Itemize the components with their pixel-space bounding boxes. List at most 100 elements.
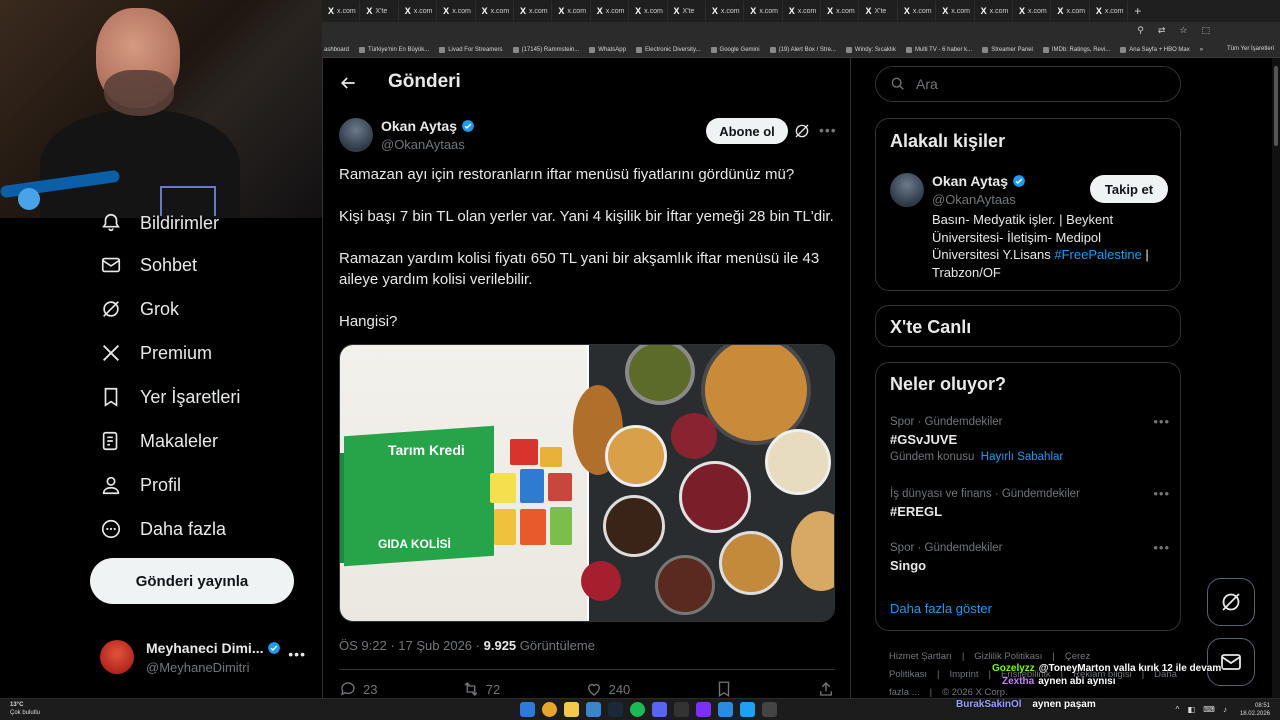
- browser-tab[interactable]: Xx.com: [783, 1, 822, 21]
- author-handle[interactable]: @OkanAytaas: [381, 137, 465, 152]
- show-more-link[interactable]: Daha fazla göster: [890, 601, 992, 616]
- subscribe-button[interactable]: Abone ol: [706, 118, 788, 144]
- trend-item[interactable]: İş dünyası ve finans · Gündemdekiler #ER…: [890, 486, 1170, 519]
- like-button[interactable]: 240: [585, 680, 630, 698]
- tweet-media[interactable]: Tarım Kredi GIDA KOLİSİ: [339, 344, 835, 622]
- post-button[interactable]: Gönderi yayınla: [90, 558, 294, 604]
- chrome-icon[interactable]: [542, 702, 557, 717]
- app-icon[interactable]: [718, 702, 733, 717]
- footer-link[interactable]: Gizlilik Politikası: [974, 651, 1042, 662]
- scrollbar[interactable]: [1272, 58, 1280, 698]
- browser-tab[interactable]: Xx.com: [1051, 1, 1090, 21]
- author-avatar[interactable]: [339, 118, 373, 152]
- browser-tab[interactable]: Xx.com: [744, 1, 783, 21]
- live-on-x-card[interactable]: X'te Canlı: [875, 305, 1181, 347]
- footer-link[interactable]: Hizmet Şartları: [889, 651, 952, 662]
- browser-tab[interactable]: Xx.com: [1090, 1, 1129, 21]
- browser-tab[interactable]: Xx.com: [1013, 1, 1052, 21]
- browser-tab[interactable]: Xx.com: [437, 1, 476, 21]
- bookmark-item[interactable]: Google Gemini: [710, 46, 760, 53]
- trend-extra-link[interactable]: Hayırlı Sabahlar: [981, 451, 1063, 463]
- tweet-more-icon[interactable]: •••: [819, 122, 837, 138]
- browser-tab[interactable]: Xx.com: [322, 1, 361, 21]
- nav-item-chat[interactable]: Sohbet: [100, 252, 197, 278]
- browser-tab[interactable]: X X'te: [859, 1, 898, 21]
- nav-item-premium[interactable]: Premium: [100, 340, 212, 366]
- hashtag-link[interactable]: #FreePalestine: [1054, 247, 1141, 262]
- browser-tab[interactable]: Xx.com: [552, 1, 591, 21]
- bookmark-item[interactable]: (17145) Rammstein...: [512, 46, 579, 53]
- browser-tab[interactable]: Xx.com: [975, 1, 1014, 21]
- trend-more-icon[interactable]: •••: [1153, 540, 1170, 555]
- new-tab-button[interactable]: +: [1134, 4, 1141, 18]
- browser-tab[interactable]: X X'te: [668, 1, 706, 21]
- bookmark-item[interactable]: WhatsApp: [589, 46, 626, 53]
- nav-item-profile[interactable]: Profil: [100, 472, 181, 498]
- avatar[interactable]: [890, 173, 924, 207]
- follow-button[interactable]: Takip et: [1090, 175, 1168, 203]
- share-button[interactable]: [817, 680, 835, 698]
- bookmark-item[interactable]: Streamer Panel: [982, 46, 1033, 53]
- repost-button[interactable]: 72: [462, 680, 500, 698]
- extensions-icon[interactable]: ⬚: [1201, 25, 1210, 36]
- search-box[interactable]: [875, 66, 1181, 102]
- trend-more-icon[interactable]: •••: [1153, 486, 1170, 501]
- bookmark-item[interactable]: Ana Sayfa + HBO Max: [1120, 46, 1190, 53]
- bookmark-item[interactable]: Multi TV - 6 haber k...: [905, 46, 972, 53]
- spotify-icon[interactable]: [630, 702, 645, 717]
- search-input[interactable]: [916, 76, 1156, 92]
- trend-more-icon[interactable]: •••: [1153, 414, 1170, 429]
- nav-item-grok[interactable]: Grok: [100, 296, 179, 322]
- nav-item-more[interactable]: Daha fazla: [100, 516, 226, 542]
- trend-item[interactable]: Spor · Gündemdekiler #GSvJUVE Gündem kon…: [890, 414, 1170, 463]
- address-bar[interactable]: ⚲ ⇄ ☆ ⬚: [322, 22, 1280, 42]
- clock[interactable]: 08:51 18.02.2026: [1240, 702, 1270, 718]
- browser-tab[interactable]: Xx.com: [821, 1, 860, 21]
- browser-tab[interactable]: X X'te: [360, 1, 399, 21]
- bookmark-item[interactable]: IMDb: Ratings, Revi...: [1042, 46, 1110, 53]
- bookmark-item[interactable]: (19) Alert Box / Stre...: [769, 46, 836, 53]
- media-image-aid-box[interactable]: Tarım Kredi GIDA KOLİSİ: [340, 345, 587, 621]
- account-more-icon[interactable]: •••: [288, 646, 306, 662]
- browser-tab[interactable]: Xx.com: [514, 1, 553, 21]
- nav-item-notifications[interactable]: Bildirimler: [100, 210, 219, 236]
- nav-item-bookmarks[interactable]: Yer İşaretleri: [100, 384, 240, 410]
- browser-tab[interactable]: Xx.com: [706, 1, 745, 21]
- browser-tab[interactable]: Xx.com: [629, 1, 668, 21]
- bookmark-item[interactable]: Livad For Streamers: [439, 46, 503, 53]
- bookmark-item[interactable]: ashboard: [324, 47, 349, 53]
- app-icon[interactable]: [740, 702, 755, 717]
- bookmark-item[interactable]: Türkiye'nin En Büyük...: [359, 46, 429, 53]
- star-icon[interactable]: ☆: [1179, 25, 1187, 36]
- translate-icon[interactable]: ⇄: [1158, 25, 1166, 36]
- bookmarks-overflow-button[interactable]: »: [1200, 47, 1203, 53]
- browser-tab[interactable]: Xx.com: [399, 1, 438, 21]
- bookmark-button[interactable]: [715, 680, 733, 698]
- footer-link[interactable]: Imprint: [949, 669, 978, 680]
- browser-tab[interactable]: Xx.com: [898, 1, 937, 21]
- weather-widget[interactable]: 13°C Çok bulutlu: [10, 701, 40, 717]
- related-user-handle[interactable]: @OkanAytaas: [932, 192, 1016, 207]
- back-button[interactable]: [337, 72, 359, 94]
- zoom-icon[interactable]: ⚲: [1137, 25, 1144, 36]
- app-icon[interactable]: [762, 702, 777, 717]
- bookmark-item[interactable]: Electronic Diversity...: [635, 46, 701, 53]
- bookmark-item[interactable]: Windy: Sıcaklık: [845, 46, 896, 53]
- system-tray[interactable]: ^ ◧ ⌨ ♪: [1175, 705, 1230, 714]
- related-user-name[interactable]: Okan Aytaş: [932, 173, 1026, 189]
- all-bookmarks-button[interactable]: Tüm Yer İşaretleri: [1227, 46, 1274, 52]
- grok-icon[interactable]: [793, 122, 811, 140]
- grok-floating-button[interactable]: [1207, 578, 1255, 626]
- discord-icon[interactable]: [652, 702, 667, 717]
- start-icon[interactable]: [520, 702, 535, 717]
- obs-icon[interactable]: [674, 702, 689, 717]
- tweet-date[interactable]: 17 Şub 2026: [398, 638, 472, 653]
- media-image-iftar-table[interactable]: [573, 345, 834, 621]
- app-icon[interactable]: [586, 702, 601, 717]
- trend-item[interactable]: Spor · Gündemdekiler Singo •••: [890, 540, 1170, 573]
- app-icon[interactable]: [696, 702, 711, 717]
- browser-tab[interactable]: Xx.com: [476, 1, 514, 21]
- steam-icon[interactable]: [608, 702, 623, 717]
- scroll-thumb[interactable]: [1274, 66, 1278, 146]
- folder-icon[interactable]: [564, 702, 579, 717]
